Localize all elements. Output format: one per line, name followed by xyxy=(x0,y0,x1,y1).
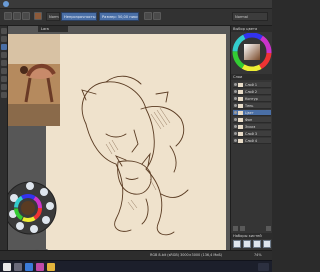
add-layer-icon[interactable] xyxy=(233,226,238,231)
blend-mode-select[interactable]: Normal xyxy=(46,12,60,21)
canvas-area[interactable]: Lara xyxy=(3,26,230,261)
brush-preset-tile[interactable] xyxy=(243,240,251,248)
layer-row-selected[interactable]: Цвет xyxy=(233,110,271,116)
delete-layer-icon[interactable] xyxy=(266,226,271,231)
tool-options-bar: Normal Непрозрачность: 100% Размер: 50,0… xyxy=(0,9,272,26)
mirror-vertical-icon[interactable] xyxy=(153,12,161,20)
layer-thumbnail xyxy=(238,111,243,115)
popup-palette xyxy=(3,156,58,256)
layers-header: Слои xyxy=(231,74,273,80)
layer-thumbnail xyxy=(238,97,243,101)
duplicate-layer-icon[interactable] xyxy=(240,226,245,231)
size-slider[interactable]: Размер: 50,00 пикс. xyxy=(99,12,139,21)
reference-image[interactable] xyxy=(8,34,60,126)
layer-name: Слой 4 xyxy=(245,139,258,143)
layer-thumbnail xyxy=(238,104,243,108)
layer-thumbnail xyxy=(238,125,243,129)
layer-name: Эскиз xyxy=(245,125,256,129)
search-icon[interactable] xyxy=(14,263,22,271)
eye-icon[interactable] xyxy=(234,118,237,121)
status-text: RGB 8-bit (sRGB) 3000×3000 (136,4 МиБ) xyxy=(150,253,223,257)
docker-panel: Выбор цвета Слои Слой 1 Слой 2 Контур Те… xyxy=(230,26,273,260)
brush-tool-icon[interactable] xyxy=(1,44,7,50)
taskbar xyxy=(0,260,272,272)
save-icon[interactable] xyxy=(22,12,30,20)
zoom-tool-icon[interactable] xyxy=(1,92,7,98)
workspace-select[interactable]: Normal xyxy=(232,12,268,21)
browser-icon[interactable] xyxy=(25,263,33,271)
gradient-tool-icon[interactable] xyxy=(1,68,7,74)
eye-icon[interactable] xyxy=(234,97,237,100)
start-icon[interactable] xyxy=(3,263,11,271)
layer-name: Цвет xyxy=(245,111,254,115)
select-tool-icon[interactable] xyxy=(1,28,7,34)
brush-preset-tile[interactable] xyxy=(263,240,271,248)
layer-thumbnail xyxy=(238,90,243,94)
layer-name: Слой 3 xyxy=(245,132,258,136)
eye-icon[interactable] xyxy=(234,132,237,135)
drawing-canvas[interactable] xyxy=(46,34,226,256)
toolbox xyxy=(0,26,8,260)
layer-name: Слой 1 xyxy=(245,83,258,87)
layer-thumbnail xyxy=(238,139,243,143)
opacity-slider[interactable]: Непрозрачность: 100% xyxy=(61,12,97,21)
eye-icon[interactable] xyxy=(234,83,237,86)
layer-name: Фон xyxy=(245,118,253,122)
layer-thumbnail xyxy=(238,83,243,87)
layer-name: Слой 2 xyxy=(245,90,258,94)
layer-row[interactable]: Эскиз xyxy=(233,124,271,130)
layer-name: Контур xyxy=(245,97,258,101)
document-tab[interactable]: Lara xyxy=(38,26,68,32)
eye-icon[interactable] xyxy=(234,90,237,93)
layer-row[interactable]: Слой 2 xyxy=(233,89,271,95)
title-bar xyxy=(0,0,272,9)
brush-preset-tile[interactable] xyxy=(253,240,261,248)
layer-row[interactable]: Слой 1 xyxy=(233,82,271,88)
shape-tool-icon[interactable] xyxy=(1,84,7,90)
new-document-icon[interactable] xyxy=(4,12,12,20)
color-selector[interactable] xyxy=(231,33,273,71)
layer-actions xyxy=(233,226,271,232)
eraser-tool-icon[interactable] xyxy=(1,52,7,58)
sketch-drawing xyxy=(81,75,189,236)
clock-icon[interactable] xyxy=(258,263,269,271)
layer-thumbnail xyxy=(238,132,243,136)
eye-icon[interactable] xyxy=(234,125,237,128)
layer-name: Тень xyxy=(245,104,254,108)
color-selector-header: Выбор цвета xyxy=(231,26,273,32)
layer-row[interactable]: Фон xyxy=(233,117,271,123)
app-menu-icon[interactable] xyxy=(3,1,9,7)
open-file-icon[interactable] xyxy=(13,12,21,20)
layer-row[interactable]: Слой 4 xyxy=(233,138,271,144)
brush-preset-icon[interactable] xyxy=(34,12,42,20)
layer-row[interactable]: Слой 3 xyxy=(233,131,271,137)
reference-photo xyxy=(8,34,60,126)
move-tool-icon[interactable] xyxy=(1,36,7,42)
fill-tool-icon[interactable] xyxy=(1,60,7,66)
text-tool-icon[interactable] xyxy=(1,76,7,82)
layer-row[interactable]: Тень xyxy=(233,103,271,109)
eye-icon[interactable] xyxy=(234,139,237,142)
krita-icon[interactable] xyxy=(36,263,44,271)
status-bar: RGB 8-bit (sRGB) 3000×3000 (136,4 МиБ) 7… xyxy=(0,250,272,260)
eye-icon[interactable] xyxy=(234,111,237,114)
eye-icon[interactable] xyxy=(234,104,237,107)
layer-row[interactable]: Контур xyxy=(233,96,271,102)
brush-presets-header: Наборы кистей xyxy=(231,233,273,239)
explorer-icon[interactable] xyxy=(47,263,55,271)
layer-thumbnail xyxy=(238,118,243,122)
mirror-horizontal-icon[interactable] xyxy=(144,12,152,20)
brush-preset-tile[interactable] xyxy=(233,240,241,248)
zoom-level[interactable]: 74% xyxy=(254,251,262,260)
